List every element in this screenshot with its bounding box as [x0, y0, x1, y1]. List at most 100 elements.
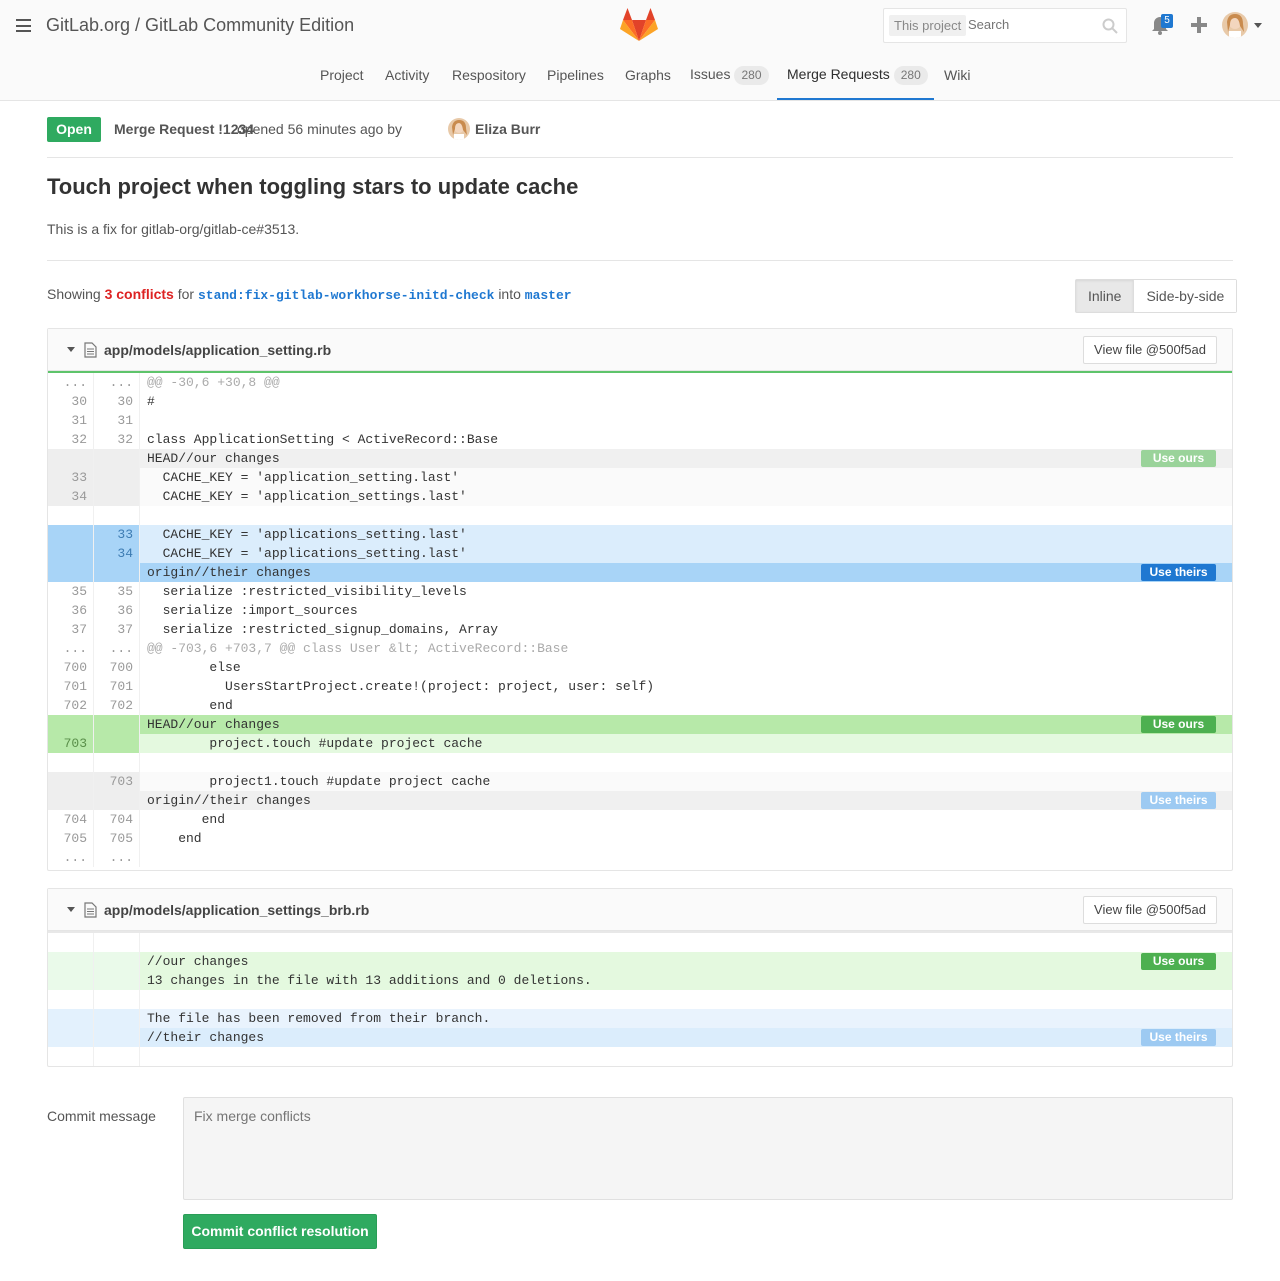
new-line-number [94, 1009, 140, 1028]
tab-repository[interactable]: Respository [452, 67, 526, 83]
code-line: 34 CACHE_KEY = 'applications_setting.las… [48, 544, 1232, 563]
tab-pipelines[interactable]: Pipelines [547, 67, 604, 83]
code-line: 36 36 serialize :import_sources [48, 601, 1232, 620]
search-input[interactable] [968, 17, 1098, 32]
code-line [48, 753, 1232, 772]
use-theirs-button[interactable]: Use theirs [1141, 1029, 1216, 1046]
line-content: @@ -703,6 +703,7 @@ class User &lt; Acti… [147, 641, 569, 656]
commit-conflict-resolution-button[interactable]: Commit conflict resolution [183, 1214, 377, 1249]
line-content: end [147, 831, 202, 846]
side-by-side-view-button[interactable]: Side-by-side [1134, 280, 1237, 312]
menu-icon[interactable] [16, 19, 31, 32]
view-file-button[interactable]: View file @500f5ad [1083, 896, 1217, 924]
notification-count-badge: 5 [1161, 14, 1173, 28]
line-content [140, 753, 1232, 772]
search-box[interactable]: This project [883, 8, 1127, 43]
old-line-number: 34 [48, 487, 94, 506]
status-badge: Open [47, 117, 101, 142]
use-theirs-button[interactable]: Use theirs [1141, 792, 1216, 809]
app-title[interactable]: GitLab.org / GitLab Community Edition [46, 15, 354, 36]
tab-activity[interactable]: Activity [385, 67, 429, 83]
top-bar: GitLab.org / GitLab Community Edition Th… [0, 0, 1280, 52]
line-content: UsersStartProject.create!(project: proje… [147, 679, 655, 694]
conflicts-count: 3 conflicts [104, 286, 174, 302]
code-line: 703 project1.touch #update project cache [48, 772, 1232, 791]
old-line-number: 35 [48, 582, 94, 601]
plus-icon[interactable] [1189, 15, 1209, 35]
chevron-down-icon[interactable] [1254, 23, 1262, 28]
line-content: serialize :import_sources [147, 603, 358, 618]
code-lines: ...... @@ -30,6 +30,8 @@ 30 30 #31 31 32 32 clas… [48, 373, 1232, 867]
author-name[interactable]: Eliza Burr [475, 121, 540, 137]
old-line-number [48, 990, 94, 1009]
file-header: app/models/application_setting.rb View f… [48, 329, 1232, 371]
old-line-number: 33 [48, 468, 94, 487]
old-line-number: 36 [48, 601, 94, 620]
line-content [140, 506, 1232, 525]
line-content: HEAD//our changes [140, 715, 1232, 734]
tab-merge-requests[interactable]: Merge Requests 280 [787, 66, 928, 85]
code-line: 703 project.touch #update project cache [48, 734, 1232, 753]
user-avatar[interactable] [1222, 12, 1248, 38]
use-theirs-button[interactable]: Use theirs [1141, 564, 1216, 581]
tab-project[interactable]: Project [320, 67, 364, 83]
line-content: else [147, 660, 241, 675]
use-ours-button[interactable]: Use ours [1141, 953, 1216, 970]
code-line: 13 changes in the file with 13 additions… [48, 971, 1232, 990]
old-line-number: 702 [48, 696, 94, 715]
search-icon[interactable] [1102, 18, 1118, 34]
old-line-number [48, 971, 94, 990]
target-branch[interactable]: master [525, 288, 572, 303]
old-line-number: 705 [48, 829, 94, 848]
old-line-number: 701 [48, 677, 94, 696]
source-branch[interactable]: stand:fix-gitlab-workhorse-initd-check [198, 288, 494, 303]
new-line-number: 700 [94, 658, 140, 677]
code-line: The file has been removed from their bra… [48, 1009, 1232, 1028]
old-line-number: ... [48, 373, 94, 392]
old-line-number [48, 933, 94, 952]
code-line: 701 701 UsersStartProject.create!(project… [48, 677, 1232, 696]
old-line-number [48, 772, 94, 791]
collapse-caret-icon[interactable] [67, 347, 75, 352]
old-line-number: ... [48, 848, 94, 867]
code-line: 33 CACHE_KEY = 'applications_setting.las… [48, 525, 1232, 544]
old-line-number [48, 715, 94, 734]
author-avatar[interactable] [448, 118, 470, 140]
active-tab-indicator [777, 98, 934, 100]
old-line-number [48, 1009, 94, 1028]
new-line-number [94, 468, 140, 487]
code-lines: //our changes Use ours 13 changes in the f… [48, 933, 1232, 1066]
new-line-number: 32 [94, 430, 140, 449]
code-line: 33 CACHE_KEY = 'application_setting.last… [48, 468, 1232, 487]
tab-issues[interactable]: Issues 280 [690, 66, 769, 85]
project-nav: Project Activity Respository Pipelines G… [0, 52, 1280, 101]
new-line-number: 705 [94, 829, 140, 848]
merge-request-id: Merge Request !1234 [114, 121, 255, 137]
issues-count-badge: 280 [734, 66, 769, 85]
view-mode-toggle: Inline Side-by-side [1075, 279, 1238, 313]
new-line-number [94, 753, 140, 772]
new-line-number [94, 715, 140, 734]
bell-icon[interactable]: 5 [1150, 14, 1173, 36]
use-ours-button[interactable]: Use ours [1141, 450, 1216, 467]
old-line-number: 31 [48, 411, 94, 430]
code-line: ...... @@ -30,6 +30,8 @@ [48, 373, 1232, 392]
tab-wiki[interactable]: Wiki [944, 67, 970, 83]
inline-view-button[interactable]: Inline [1076, 280, 1135, 312]
commit-message-input[interactable] [183, 1097, 1233, 1200]
for-label: for [177, 286, 195, 302]
view-file-button[interactable]: View file @500f5ad [1083, 336, 1217, 364]
tab-graphs[interactable]: Graphs [625, 67, 671, 83]
use-ours-button[interactable]: Use ours [1141, 716, 1216, 733]
file-path[interactable]: app/models/application_settings_brb.rb [104, 902, 369, 918]
file-path[interactable]: app/models/application_setting.rb [104, 342, 331, 358]
new-line-number: ... [94, 639, 140, 658]
new-line-number [94, 791, 140, 810]
gitlab-logo[interactable] [620, 8, 658, 42]
old-line-number: 703 [48, 734, 94, 753]
old-line-number: 37 [48, 620, 94, 639]
old-line-number: 704 [48, 810, 94, 829]
search-scope-badge[interactable]: This project [889, 15, 967, 36]
line-content: CACHE_KEY = 'application_settings.last' [140, 487, 1232, 506]
collapse-caret-icon[interactable] [67, 907, 75, 912]
